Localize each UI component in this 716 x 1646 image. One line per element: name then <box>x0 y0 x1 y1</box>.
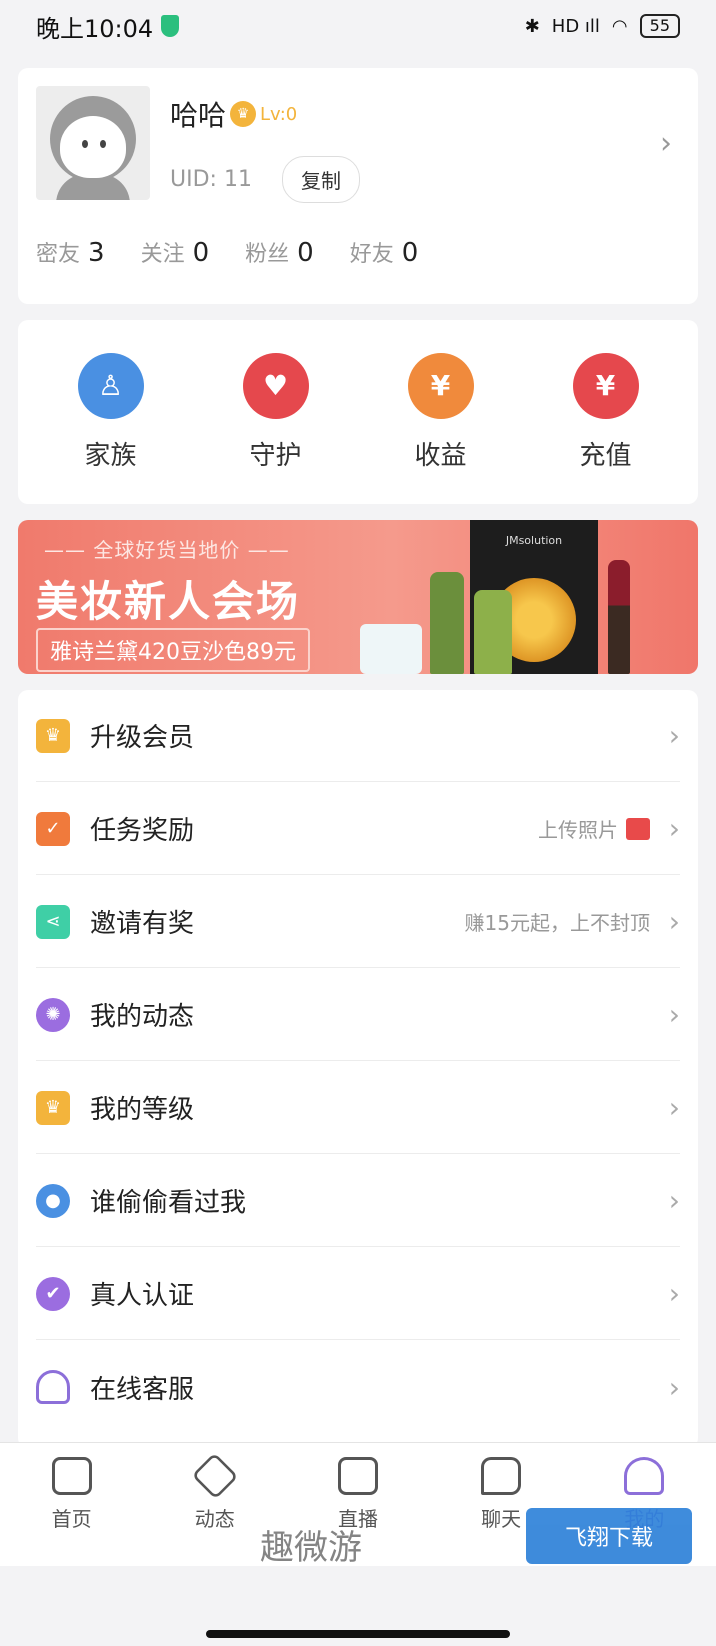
banner-title: 美妆新人会场 <box>36 577 301 626</box>
menu-item-extra: 赚15元起，上不封顶 <box>464 911 650 935</box>
tab-home[interactable]: 首页 <box>17 1457 127 1566</box>
status-bar: 晚上10:04 ✱ HD ıll ◠ 55 <box>0 0 716 52</box>
quick-menu: ♙ 家族 ♥ 守护 ¥ 收益 ¥ 充值 <box>18 320 698 504</box>
chevron-right-icon: › <box>668 719 680 752</box>
user-icon <box>624 1457 665 1495</box>
username: 哈哈 <box>170 99 227 132</box>
menu-item-label: 升级会员 <box>90 723 195 753</box>
chevron-right-icon: › <box>668 1184 680 1217</box>
menu-item-label: 任务奖励 <box>90 816 195 846</box>
chevron-right-icon: › <box>668 998 680 1031</box>
status-right: ✱ HD ıll ◠ 55 <box>525 14 680 38</box>
crown-icon: ♛ <box>36 718 70 753</box>
menu-item-task-reward[interactable]: ✓ 任务奖励 上传照片 › <box>36 783 680 875</box>
watermark-logo-right: 飞翔下载 <box>526 1508 692 1564</box>
shield-icon <box>161 15 180 37</box>
chevron-right-icon: › <box>668 905 680 938</box>
menu-item-customer-service[interactable]: 在线客服 › <box>36 1341 680 1433</box>
level-badge-icon: ♛ <box>230 101 257 127</box>
promo-banner[interactable]: —— 全球好货当地价 —— 美妆新人会场 雅诗兰黛420豆沙色89元 JMsol… <box>18 520 698 674</box>
quick-item-earnings[interactable]: ¥ 收益 <box>371 352 511 472</box>
chat-icon <box>481 1457 522 1495</box>
menu-item-invite[interactable]: ⋖ 邀请有奖 赚15元起，上不封顶 › <box>36 876 680 968</box>
task-calendar-icon: ✓ <box>36 811 70 846</box>
money-bag-icon: ¥ <box>407 352 474 419</box>
avatar-eye-left <box>82 140 88 148</box>
watermark-logo-left: 趣微游 <box>260 1528 362 1568</box>
chevron-right-icon: › <box>668 1091 680 1124</box>
username-row: 哈哈 ♛ Lv:0 <box>170 94 297 134</box>
chevron-right-icon: › <box>668 812 680 845</box>
banner-promo: 雅诗兰黛420豆沙色89元 <box>36 628 310 672</box>
bottle-image <box>430 572 464 674</box>
tab-feed[interactable]: 动态 <box>160 1452 270 1566</box>
recharge-icon: ¥ <box>572 352 639 419</box>
product-brand-text: JMsolution <box>505 534 563 547</box>
wifi-icon: ◠ <box>611 15 628 37</box>
footprint-icon: ● <box>36 1183 70 1218</box>
stat-fans[interactable]: 粉丝 0 <box>245 236 314 268</box>
quick-item-label: 守护 <box>249 440 302 471</box>
tab-label: 首页 <box>51 1507 92 1531</box>
quick-item-guard[interactable]: ♥ 守护 <box>206 352 346 472</box>
network-indicator: HD ıll <box>551 15 600 37</box>
quick-item-family[interactable]: ♙ 家族 <box>41 352 181 472</box>
red-envelope-icon <box>626 817 650 840</box>
menu-list: ♛ 升级会员 › ✓ 任务奖励 上传照片 › ⋖ 邀请有奖 赚15元起，上不封顶… <box>18 690 698 1448</box>
menu-item-upgrade-member[interactable]: ♛ 升级会员 › <box>36 690 680 782</box>
profile-card[interactable]: 哈哈 ♛ Lv:0 UID: 11 复制 › 密友 3 关注 0 粉丝 0 好友 0 <box>18 68 698 304</box>
lipstick-image <box>608 560 630 674</box>
home-indicator[interactable] <box>206 1630 510 1638</box>
battery-indicator: 55 <box>639 14 680 38</box>
avatar-face <box>60 116 126 178</box>
chevron-right-icon[interactable]: › <box>660 126 672 161</box>
quick-item-label: 家族 <box>84 440 137 471</box>
crown-icon: ♛ <box>36 1090 70 1125</box>
menu-item-extra: 上传照片 <box>538 814 650 843</box>
status-left: 晚上10:04 <box>36 9 180 44</box>
copy-button[interactable]: 复制 <box>281 156 360 203</box>
verified-user-icon: ✔ <box>36 1276 70 1311</box>
avatar[interactable] <box>36 86 150 200</box>
cube-icon <box>191 1452 239 1500</box>
bottle-image <box>474 590 512 674</box>
bluetooth-icon: ✱ <box>524 15 540 37</box>
menu-item-label: 谁偷偷看过我 <box>90 1188 247 1218</box>
stat-friends[interactable]: 好友 0 <box>350 236 419 268</box>
stat-close-friends[interactable]: 密友 3 <box>36 236 105 268</box>
uid-row: UID: 11 复制 <box>170 156 360 203</box>
family-icon: ♙ <box>77 352 144 419</box>
level-label: Lv:0 <box>260 103 298 125</box>
quick-item-label: 收益 <box>414 440 467 471</box>
profile-stats: 密友 3 关注 0 粉丝 0 好友 0 <box>36 236 418 268</box>
menu-item-my-posts[interactable]: ✺ 我的动态 › <box>36 969 680 1061</box>
menu-item-label: 真人认证 <box>90 1281 195 1311</box>
cream-jar-image <box>360 624 422 674</box>
menu-item-verification[interactable]: ✔ 真人认证 › <box>36 1248 680 1340</box>
aperture-icon: ✺ <box>36 997 70 1032</box>
home-icon <box>51 1457 92 1495</box>
menu-item-label: 我的动态 <box>90 1002 195 1032</box>
menu-item-label: 我的等级 <box>90 1095 195 1125</box>
chevron-right-icon: › <box>668 1277 680 1310</box>
quick-item-label: 充值 <box>579 440 632 471</box>
avatar-eye-right <box>100 140 106 148</box>
quick-item-recharge[interactable]: ¥ 充值 <box>536 352 676 472</box>
menu-item-my-level[interactable]: ♛ 我的等级 › <box>36 1062 680 1154</box>
chevron-right-icon: › <box>668 1370 680 1404</box>
menu-item-label: 在线客服 <box>90 1374 195 1405</box>
heart-pulse-icon: ♥ <box>242 352 309 419</box>
uid-text: UID: 11 <box>170 167 252 192</box>
menu-item-label: 邀请有奖 <box>90 909 195 939</box>
tab-label: 聊天 <box>481 1507 522 1531</box>
status-time: 晚上10:04 <box>36 14 154 43</box>
share-icon: ⋖ <box>36 904 70 939</box>
headset-icon <box>36 1370 70 1404</box>
banner-subtitle: —— 全球好货当地价 —— <box>44 538 290 562</box>
tab-label: 动态 <box>194 1507 235 1531</box>
live-tv-icon <box>337 1457 378 1495</box>
menu-item-visitors[interactable]: ● 谁偷偷看过我 › <box>36 1155 680 1247</box>
stat-following[interactable]: 关注 0 <box>141 236 210 268</box>
